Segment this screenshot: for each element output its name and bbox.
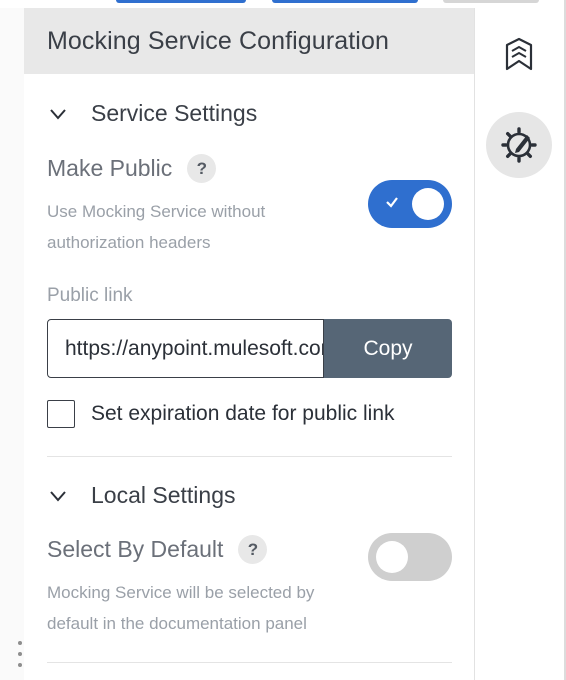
make-public-description: Use Mocking Service without authorizatio… bbox=[47, 202, 266, 252]
app-root: Mocking Service Configuration Service Se… bbox=[0, 0, 566, 680]
toggle-knob bbox=[376, 541, 408, 573]
check-icon bbox=[386, 197, 398, 208]
public-link-input[interactable] bbox=[47, 319, 324, 378]
help-icon[interactable]: ? bbox=[238, 535, 268, 564]
chevron-down-icon bbox=[47, 485, 69, 507]
section-divider bbox=[47, 662, 452, 663]
drag-handle[interactable] bbox=[17, 641, 23, 667]
toolbar-button-remnant[interactable] bbox=[272, 0, 418, 3]
select-by-default-toggle[interactable] bbox=[368, 533, 452, 581]
select-by-default-row: Select By Default ? bbox=[47, 535, 268, 564]
public-link-label: Public link bbox=[47, 285, 133, 306]
make-public-row: Make Public ? bbox=[47, 154, 217, 183]
select-by-default-label: Select By Default bbox=[47, 536, 224, 562]
help-icon[interactable]: ? bbox=[187, 154, 217, 183]
top-toolbar-sliver bbox=[0, 0, 566, 8]
toggle-knob bbox=[412, 188, 444, 220]
gear-pencil-icon bbox=[501, 127, 537, 163]
drag-dot bbox=[18, 663, 22, 667]
expiration-label: Set expiration date for public link bbox=[91, 402, 395, 425]
make-public-toggle[interactable] bbox=[368, 180, 452, 228]
toolbar-button-remnant[interactable] bbox=[443, 0, 539, 3]
drag-dot bbox=[18, 641, 22, 645]
bookmark-icon bbox=[505, 37, 533, 71]
service-settings-toggle[interactable]: Service Settings bbox=[47, 100, 257, 127]
panel-title: Mocking Service Configuration bbox=[47, 26, 389, 55]
copy-button[interactable]: Copy bbox=[324, 319, 452, 378]
expiration-row: Set expiration date for public link bbox=[47, 400, 395, 428]
left-strip bbox=[0, 8, 24, 680]
rail-button-bookmark[interactable] bbox=[486, 21, 552, 87]
make-public-label: Make Public bbox=[47, 155, 173, 181]
section-divider bbox=[47, 456, 452, 457]
right-icon-rail bbox=[475, 8, 566, 680]
local-settings-title: Local Settings bbox=[91, 482, 236, 508]
mocking-config-panel: Mocking Service Configuration Service Se… bbox=[24, 8, 474, 680]
local-settings-toggle[interactable]: Local Settings bbox=[47, 482, 235, 509]
service-settings-title: Service Settings bbox=[91, 100, 258, 126]
chevron-down-icon bbox=[47, 103, 69, 125]
drag-dot bbox=[18, 652, 22, 656]
toolbar-button-remnant[interactable] bbox=[116, 0, 246, 3]
panel-header: Mocking Service Configuration bbox=[24, 8, 474, 74]
rail-button-config[interactable] bbox=[486, 112, 552, 178]
expiration-checkbox[interactable] bbox=[47, 400, 75, 428]
select-by-default-description: Mocking Service will be selected by defa… bbox=[47, 583, 315, 633]
